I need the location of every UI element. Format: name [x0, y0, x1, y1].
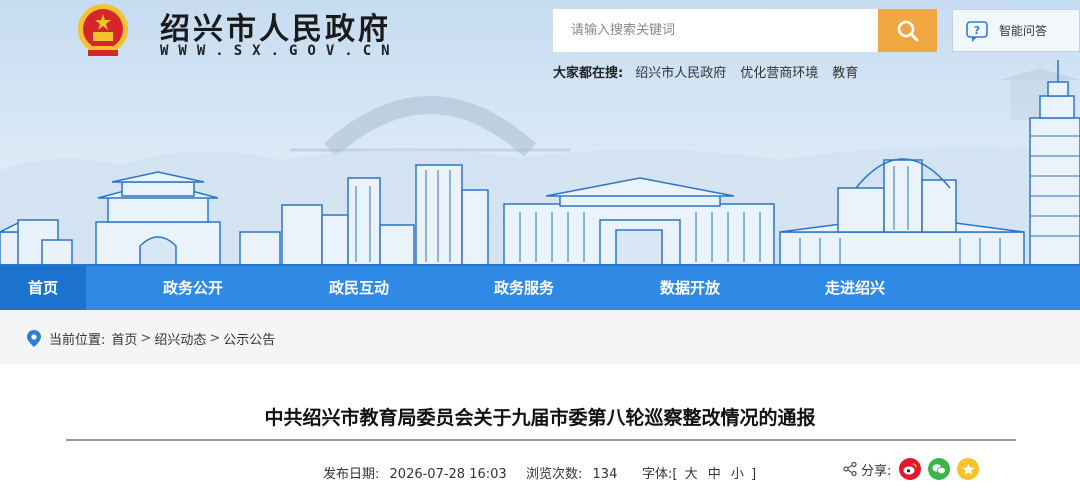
nav-item-interaction[interactable]: 政民互动 [329, 266, 389, 310]
hot-search-bar: 大家都在搜: 绍兴市人民政府 优化营商环境 教育 [553, 62, 872, 81]
search-box [553, 9, 937, 52]
share-qzone-button[interactable] [957, 458, 980, 480]
views-value: 134 [592, 467, 618, 482]
breadcrumb-bar: 当前位置: 首页 > 绍兴动态 > 公示公告 [0, 310, 1080, 364]
national-emblem-icon [78, 4, 128, 56]
breadcrumb-separator: > [209, 331, 221, 346]
breadcrumb-label: 当前位置: [49, 333, 106, 348]
breadcrumb: 当前位置: 首页 > 绍兴动态 > 公示公告 [27, 329, 275, 348]
hot-search-link[interactable]: 绍兴市人民政府 [635, 62, 726, 81]
font-size-label: 字体:[ [642, 467, 678, 482]
search-icon [897, 20, 918, 41]
hot-search-label: 大家都在搜: [553, 66, 624, 81]
search-input[interactable] [553, 9, 878, 52]
weibo-icon [903, 463, 918, 475]
hot-search-link[interactable]: 优化营商环境 [740, 62, 818, 81]
ai-qa-label: 智能问答 [999, 24, 1048, 38]
font-size-small[interactable]: 小 [731, 467, 744, 482]
nav-item-services[interactable]: 政务服务 [494, 266, 554, 310]
article-title: 中共绍兴市教育局委员会关于九届市委第八轮巡察整改情况的通报 [264, 407, 816, 429]
publish-date-value: 2026-07-28 16:03 [389, 467, 507, 482]
main-nav: 首页 政务公开 政民互动 政务服务 数据开放 走进绍兴 [0, 266, 1080, 310]
share-weibo-button[interactable] [899, 458, 922, 480]
publish-date-label: 发布日期: [323, 467, 380, 482]
wechat-icon [932, 464, 947, 475]
breadcrumb-home[interactable]: 首页 [111, 329, 137, 348]
views-label: 浏览次数: [526, 467, 583, 482]
nav-item-about-shaoxing[interactable]: 走进绍兴 [825, 266, 885, 310]
breadcrumb-separator: > [140, 331, 152, 346]
breadcrumb-notices[interactable]: 公示公告 [223, 329, 275, 348]
publish-date-meta: 发布日期: 2026-07-28 16:03 [323, 463, 507, 482]
location-pin-icon [27, 330, 41, 347]
site-url: WWW.SX.GOV.CN [160, 43, 400, 59]
title-divider [66, 439, 1016, 441]
header-banner: 绍兴市人民政府 WWW.SX.GOV.CN ? 智能问答 大家都在搜: 绍兴市人… [0, 0, 1080, 266]
nav-item-gov-affairs[interactable]: 政务公开 [163, 266, 223, 310]
share-bar: 分享: [843, 458, 986, 480]
hot-search-link[interactable]: 教育 [832, 62, 858, 81]
font-size-medium[interactable]: 中 [708, 467, 721, 482]
font-size-close: ] [751, 467, 757, 482]
nav-item-open-data[interactable]: 数据开放 [660, 266, 720, 310]
search-button[interactable] [878, 9, 937, 52]
views-meta: 浏览次数: 134 [526, 463, 617, 482]
nav-item-home[interactable]: 首页 [0, 266, 86, 310]
qzone-icon [962, 463, 975, 475]
svg-text:?: ? [974, 24, 980, 37]
share-icon [843, 462, 857, 476]
share-wechat-button[interactable] [928, 458, 951, 480]
breadcrumb-news[interactable]: 绍兴动态 [154, 329, 206, 348]
site-name[interactable]: 绍兴市人民政府 [160, 4, 391, 48]
font-size-control: 字体:[ 大 中 小 ] [642, 463, 756, 482]
ai-chat-icon: ? [966, 20, 988, 42]
ai-qa-button[interactable]: ? 智能问答 [952, 9, 1080, 52]
share-label: 分享: [861, 463, 892, 479]
font-size-large[interactable]: 大 [685, 467, 698, 482]
